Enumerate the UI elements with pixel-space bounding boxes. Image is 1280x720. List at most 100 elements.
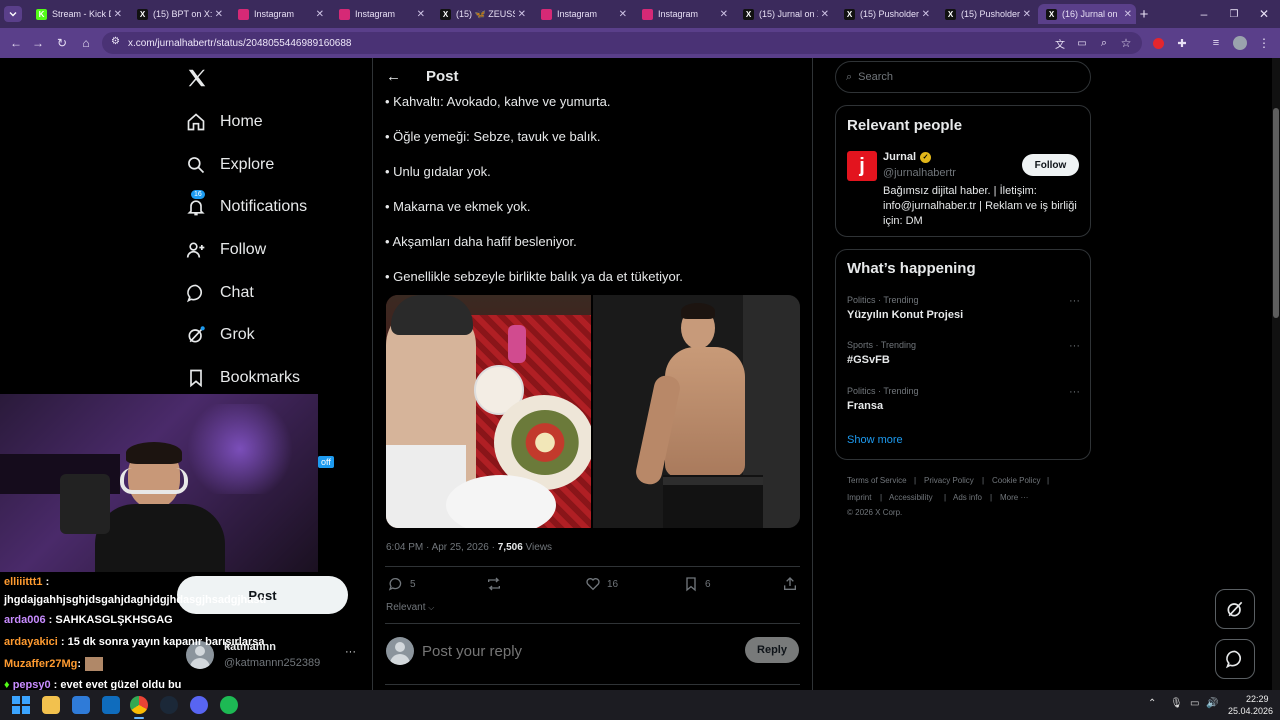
post-media-left[interactable]: [386, 295, 591, 528]
menu-icon[interactable]: ⋮: [1256, 35, 1272, 51]
sort-dropdown[interactable]: Relevant ⌵: [386, 602, 434, 613]
taskbar-date[interactable]: 25.04.2026: [1228, 706, 1273, 716]
reply-button[interactable]: Reply: [745, 637, 799, 663]
display-icon[interactable]: ▭: [1190, 698, 1199, 709]
browser-tab[interactable]: K Stream - Kick D ✕: [28, 4, 126, 24]
tab-search-icon[interactable]: [4, 6, 22, 22]
scrollbar-thumb[interactable]: [1273, 108, 1279, 318]
search-box[interactable]: ⌕ Search: [835, 61, 1091, 93]
tab-close-icon[interactable]: ✕: [417, 9, 425, 20]
nav-home[interactable]: Home: [186, 107, 263, 137]
zoom-icon[interactable]: ⌕: [1096, 35, 1112, 51]
nav-chat[interactable]: Chat: [186, 278, 254, 308]
tab-close-icon[interactable]: ✕: [922, 9, 930, 20]
browser-tab[interactable]: X (15) Jurnal on X ✕: [735, 4, 833, 24]
browser-tab[interactable]: X (15) Pusholder ✕: [937, 4, 1035, 24]
page-scrollbar[interactable]: [1272, 58, 1280, 690]
translate-icon[interactable]: 文: [1052, 35, 1068, 51]
extensions-icon[interactable]: ✚: [1174, 35, 1190, 51]
trend-item[interactable]: Sports · Trending #GSvFB ···: [847, 340, 1082, 366]
profile-avatar[interactable]: [1232, 35, 1248, 51]
post-media-right[interactable]: [593, 295, 800, 528]
browser-tab[interactable]: X (15) Pusholder ✕: [836, 4, 934, 24]
reply-action[interactable]: 5: [388, 576, 416, 592]
tab-close-icon[interactable]: ✕: [1124, 9, 1132, 20]
bookmark-star-icon[interactable]: ☆: [1118, 35, 1134, 51]
tray-chevron-icon[interactable]: ⌃: [1148, 698, 1156, 709]
reload-icon[interactable]: ↻: [54, 35, 70, 51]
footer-imprint[interactable]: Imprint: [847, 493, 871, 502]
volume-icon[interactable]: 🔊: [1206, 698, 1218, 709]
tab-close-icon[interactable]: ✕: [518, 9, 526, 20]
microphone-icon[interactable]: 🎙: [1170, 698, 1183, 709]
back-arrow-icon[interactable]: ←: [386, 68, 401, 85]
browser-tab[interactable]: Instagram ✕: [230, 4, 328, 24]
x-logo[interactable]: [186, 67, 208, 89]
minimize-icon[interactable]: –: [1196, 6, 1212, 22]
share-action[interactable]: [782, 576, 804, 592]
repost-action[interactable]: [486, 576, 508, 592]
tab-close-icon[interactable]: ✕: [316, 9, 324, 20]
like-action[interactable]: 16: [585, 576, 618, 592]
follow-button[interactable]: Follow: [1022, 154, 1079, 176]
more-options-icon[interactable]: ···: [1069, 295, 1080, 307]
reading-list-icon[interactable]: ≡: [1208, 35, 1224, 51]
home-icon[interactable]: ⌂: [78, 35, 94, 51]
cast-icon[interactable]: ▭: [1074, 35, 1090, 51]
browser-tab-bar: K Stream - Kick D ✕ X (15) BPT on X: ✕ Instagr…: [0, 0, 1280, 28]
browser-tab[interactable]: Instagram ✕: [634, 4, 732, 24]
forward-icon[interactable]: →: [30, 35, 46, 51]
discord-icon[interactable]: [190, 696, 208, 714]
browser-tab[interactable]: X (15) 🦋 ZEUSS ✕: [432, 4, 530, 24]
browser-tab[interactable]: Instagram ✕: [331, 4, 429, 24]
tab-close-icon[interactable]: ✕: [1023, 9, 1031, 20]
tab-close-icon[interactable]: ✕: [215, 9, 223, 20]
post-timestamp[interactable]: 6:04 PM · Apr 25, 2026 ·: [386, 542, 498, 553]
windows-start-icon[interactable]: [12, 696, 30, 714]
tab-close-icon[interactable]: ✕: [821, 9, 829, 20]
nav-bookmarks[interactable]: Bookmarks: [186, 363, 300, 393]
nav-explore[interactable]: Explore: [186, 150, 274, 180]
taskbar-time[interactable]: 22:29: [1246, 694, 1269, 704]
outlook-icon[interactable]: [102, 696, 120, 714]
person-name-row[interactable]: Jurnal ✓: [883, 151, 932, 163]
maximize-icon[interactable]: ❐: [1226, 6, 1242, 22]
store-icon[interactable]: [72, 696, 90, 714]
trend-item[interactable]: Politics · Trending Yüzyılın Konut Proje…: [847, 295, 1082, 321]
account-more-icon[interactable]: ···: [345, 646, 356, 658]
steam-icon[interactable]: [160, 696, 178, 714]
footer-terms[interactable]: Terms of Service: [847, 476, 907, 485]
address-bar[interactable]: ⚙ x.com/jurnalhabertr/status/20480554469…: [102, 32, 1142, 54]
nav-follow[interactable]: Follow: [186, 235, 266, 265]
footer-cookie[interactable]: Cookie Policy: [992, 476, 1040, 485]
show-more-link[interactable]: Show more: [847, 434, 903, 446]
browser-tab[interactable]: X (15) BPT on X: ✕: [129, 4, 227, 24]
file-explorer-icon[interactable]: [42, 696, 60, 714]
footer-privacy[interactable]: Privacy Policy: [924, 476, 974, 485]
footer-more[interactable]: More ···: [1000, 493, 1028, 502]
tab-close-icon[interactable]: ✕: [114, 9, 122, 20]
nav-notifications[interactable]: Notifications 16: [186, 190, 307, 222]
bookmark-action[interactable]: 6: [683, 576, 711, 592]
more-options-icon[interactable]: ···: [1069, 340, 1080, 352]
chrome-icon[interactable]: [130, 696, 148, 714]
back-icon[interactable]: ←: [8, 35, 24, 51]
extension-red-icon[interactable]: [1150, 35, 1166, 51]
messages-float-button[interactable]: [1215, 639, 1255, 679]
nav-grok[interactable]: Grok: [186, 320, 255, 350]
site-info-icon[interactable]: ⚙: [111, 36, 120, 47]
spotify-icon[interactable]: [220, 696, 238, 714]
tab-close-icon[interactable]: ✕: [720, 9, 728, 20]
browser-tab[interactable]: Instagram ✕: [533, 4, 631, 24]
tab-close-icon[interactable]: ✕: [619, 9, 627, 20]
reply-input[interactable]: [422, 638, 722, 664]
footer-accessibility[interactable]: Accessibility: [889, 493, 933, 502]
browser-tab[interactable]: X (16) Jurnal on ✕: [1038, 4, 1136, 24]
grok-float-button[interactable]: [1215, 589, 1255, 629]
trend-item[interactable]: Politics · Trending Fransa ···: [847, 386, 1082, 412]
more-options-icon[interactable]: ···: [1069, 386, 1080, 398]
footer-ads[interactable]: Ads info: [953, 493, 982, 502]
person-avatar[interactable]: j: [847, 151, 877, 181]
close-window-icon[interactable]: ✕: [1256, 6, 1272, 22]
new-tab-icon[interactable]: +: [1136, 6, 1152, 23]
